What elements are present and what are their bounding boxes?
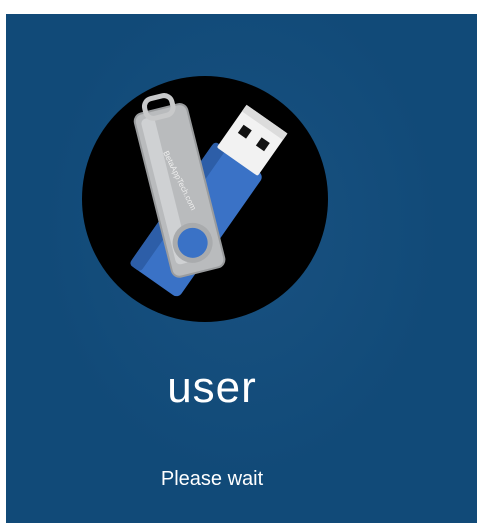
usb-flash-drive-icon: BetaAppTech.com bbox=[130, 93, 288, 297]
login-screen: BetaAppTech.com user Please wait bbox=[6, 14, 477, 523]
status-text: Please wait bbox=[160, 468, 264, 490]
username-label: user bbox=[167, 363, 257, 412]
user-avatar: BetaAppTech.com bbox=[82, 76, 328, 322]
